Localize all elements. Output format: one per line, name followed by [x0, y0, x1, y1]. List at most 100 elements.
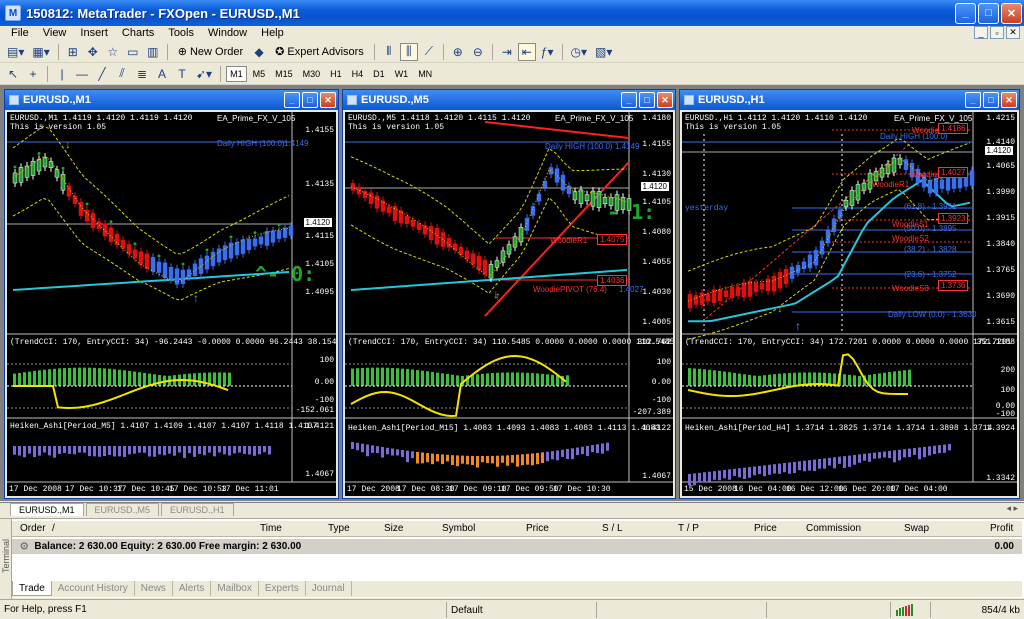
chart-tab-h1[interactable]: EURUSD.,H1	[161, 503, 234, 516]
chart-window-h1[interactable]: EURUSD.,H1 _ □ ✕ ↓ ↑ EURUSD.,H1 1.4112 1.…	[679, 89, 1020, 499]
timeframe-m1[interactable]: M1	[226, 65, 247, 82]
timeframe-d1[interactable]: D1	[369, 66, 389, 82]
equidistant-channel-icon[interactable]: ⫽	[113, 65, 131, 83]
timeframe-h4[interactable]: H4	[348, 66, 368, 82]
chart-minimize-button[interactable]: _	[621, 92, 637, 108]
mdi-minimize-button[interactable]: _	[974, 26, 988, 39]
timeframe-m5[interactable]: M5	[249, 66, 270, 82]
tab-news[interactable]: News	[135, 581, 173, 596]
price-chart[interactable]: ↓ ↑ EURUSD.,H1 1.4112 1.4120 1.4110 1.412…	[682, 112, 1017, 496]
cci-histogram-bar	[78, 367, 81, 386]
col-tp[interactable]: T / P	[678, 523, 699, 534]
menu-file[interactable]: File	[4, 27, 36, 39]
chart-tab-m5[interactable]: EURUSD.,M5	[85, 503, 160, 516]
menu-charts[interactable]: Charts	[115, 27, 161, 39]
menu-tools[interactable]: Tools	[161, 27, 201, 39]
menu-help[interactable]: Help	[254, 27, 291, 39]
metaeditor-icon[interactable]: ◆	[250, 43, 268, 61]
text-icon[interactable]: A	[153, 65, 171, 83]
chart-window-titlebar[interactable]: EURUSD.,H1 _ □ ✕	[680, 90, 1019, 110]
cursor-icon[interactable]: ↖	[4, 65, 22, 83]
chart-close-button[interactable]: ✕	[1001, 92, 1017, 108]
strategy-tester-icon[interactable]: ▥	[144, 43, 162, 61]
new-order-button[interactable]: ⊕ New Order	[173, 43, 248, 61]
timeframe-w1[interactable]: W1	[391, 66, 413, 82]
chart-window-m5[interactable]: EURUSD.,M5 _ □ ✕ ↓ ↑ EURUSD.,M5 1.4118 1.…	[342, 89, 676, 499]
chart-minimize-button[interactable]: _	[284, 92, 300, 108]
text-label-icon[interactable]: T	[173, 65, 191, 83]
data-window-icon[interactable]: ✥	[84, 43, 102, 61]
vertical-line-icon[interactable]: |	[53, 65, 71, 83]
indicators-icon[interactable]: ƒ▾	[538, 43, 557, 61]
close-button[interactable]: ✕	[1001, 2, 1022, 24]
chart-close-button[interactable]: ✕	[657, 92, 673, 108]
fibonacci-icon[interactable]: ≣	[133, 65, 151, 83]
expert-advisors-button[interactable]: ✪ Expert Advisors	[270, 43, 369, 61]
col-size[interactable]: Size	[384, 523, 403, 534]
profiles-icon[interactable]: ▦▾	[29, 43, 52, 61]
tab-account-history[interactable]: Account History	[52, 581, 135, 596]
chart-maximize-button[interactable]: □	[983, 92, 999, 108]
trendline-icon[interactable]: ╱	[93, 65, 111, 83]
price-chart[interactable]: ↓ ↑ EURUSD.,M5 1.4118 1.4120 1.4115 1.412…	[345, 112, 673, 496]
col-price[interactable]: Price	[526, 523, 549, 534]
tab-journal[interactable]: Journal	[306, 581, 352, 596]
menu-window[interactable]: Window	[201, 27, 254, 39]
tab-alerts[interactable]: Alerts	[173, 581, 212, 596]
periods-icon[interactable]: ◷▾	[568, 43, 591, 61]
chart-window-m1[interactable]: EURUSD.,M1 _ □ ✕ ↓ ↑ EURUSD.,M1 1.4119 1.…	[4, 89, 339, 499]
price-chart[interactable]: ↓ ↑ EURUSD.,M1 1.4119 1.4120 1.4119 1.412…	[7, 112, 336, 496]
market-watch-icon[interactable]: ⊞	[64, 43, 82, 61]
tab-mailbox[interactable]: Mailbox	[211, 581, 259, 596]
col-commission[interactable]: Commission	[806, 523, 861, 534]
cci-histogram-bar	[53, 368, 56, 386]
line-chart-icon[interactable]: ⟋	[420, 43, 438, 61]
mdi-close-button[interactable]: ✕	[1006, 26, 1020, 39]
tab-experts[interactable]: Experts	[259, 581, 306, 596]
chart-window-titlebar[interactable]: EURUSD.,M1 _ □ ✕	[5, 90, 338, 110]
autoscroll-icon[interactable]: ⇥	[498, 43, 516, 61]
tab-trade[interactable]: Trade	[12, 581, 52, 596]
terminal-icon[interactable]: ▭	[124, 43, 142, 61]
chart-close-button[interactable]: ✕	[320, 92, 336, 108]
timeframe-m30[interactable]: M30	[299, 66, 325, 82]
col-sort[interactable]: /	[52, 523, 55, 534]
col-type[interactable]: Type	[328, 523, 350, 534]
col-swap[interactable]: Swap	[904, 523, 929, 534]
pivot-price: 1.4027	[619, 285, 644, 294]
zoom-in-icon[interactable]: ⊕	[449, 43, 467, 61]
col-symbol[interactable]: Symbol	[442, 523, 475, 534]
horizontal-line-icon[interactable]: —	[73, 65, 91, 83]
crosshair-icon[interactable]: +	[24, 65, 42, 83]
col-time[interactable]: Time	[260, 523, 282, 534]
timeframe-m15[interactable]: M15	[271, 66, 297, 82]
candlestick-icon[interactable]: ⫼	[399, 42, 418, 61]
chart-minimize-button[interactable]: _	[965, 92, 981, 108]
chart-maximize-button[interactable]: □	[302, 92, 318, 108]
col-sl[interactable]: S / L	[602, 523, 623, 534]
maximize-button[interactable]: □	[978, 2, 999, 24]
bar-chart-icon[interactable]: ⫴	[380, 43, 398, 61]
chart-tab-m1[interactable]: EURUSD.,M1	[10, 503, 84, 516]
chart-window-titlebar[interactable]: EURUSD.,M5 _ □ ✕	[343, 90, 675, 110]
menu-view[interactable]: View	[36, 27, 74, 39]
heiken-bar	[888, 450, 891, 459]
minimize-button[interactable]: _	[955, 2, 976, 24]
chart-shift-icon[interactable]: ⇤	[517, 42, 536, 61]
templates-icon[interactable]: ▧▾	[592, 43, 615, 61]
heiken-bar	[213, 446, 216, 457]
chart-maximize-button[interactable]: □	[639, 92, 655, 108]
col-price2[interactable]: Price	[754, 523, 777, 534]
navigator-icon[interactable]: ☆	[104, 43, 122, 61]
new-chart-icon[interactable]: ▤▾	[4, 43, 27, 61]
col-profit[interactable]: Profit	[990, 523, 1013, 534]
menu-insert[interactable]: Insert	[73, 27, 115, 39]
tab-scroll-arrows-icon[interactable]: ◂ ▸	[1006, 503, 1018, 514]
mdi-restore-button[interactable]: ▫	[990, 26, 1004, 39]
timeframe-mn[interactable]: MN	[414, 66, 436, 82]
col-order[interactable]: Order	[20, 523, 46, 534]
balance-row[interactable]: ⊙ Balance: 2 630.00 Equity: 2 630.00 Fre…	[12, 539, 1022, 554]
zoom-out-icon[interactable]: ⊖	[469, 43, 487, 61]
arrows-icon[interactable]: ➹▾	[193, 65, 215, 83]
timeframe-h1[interactable]: H1	[326, 66, 346, 82]
